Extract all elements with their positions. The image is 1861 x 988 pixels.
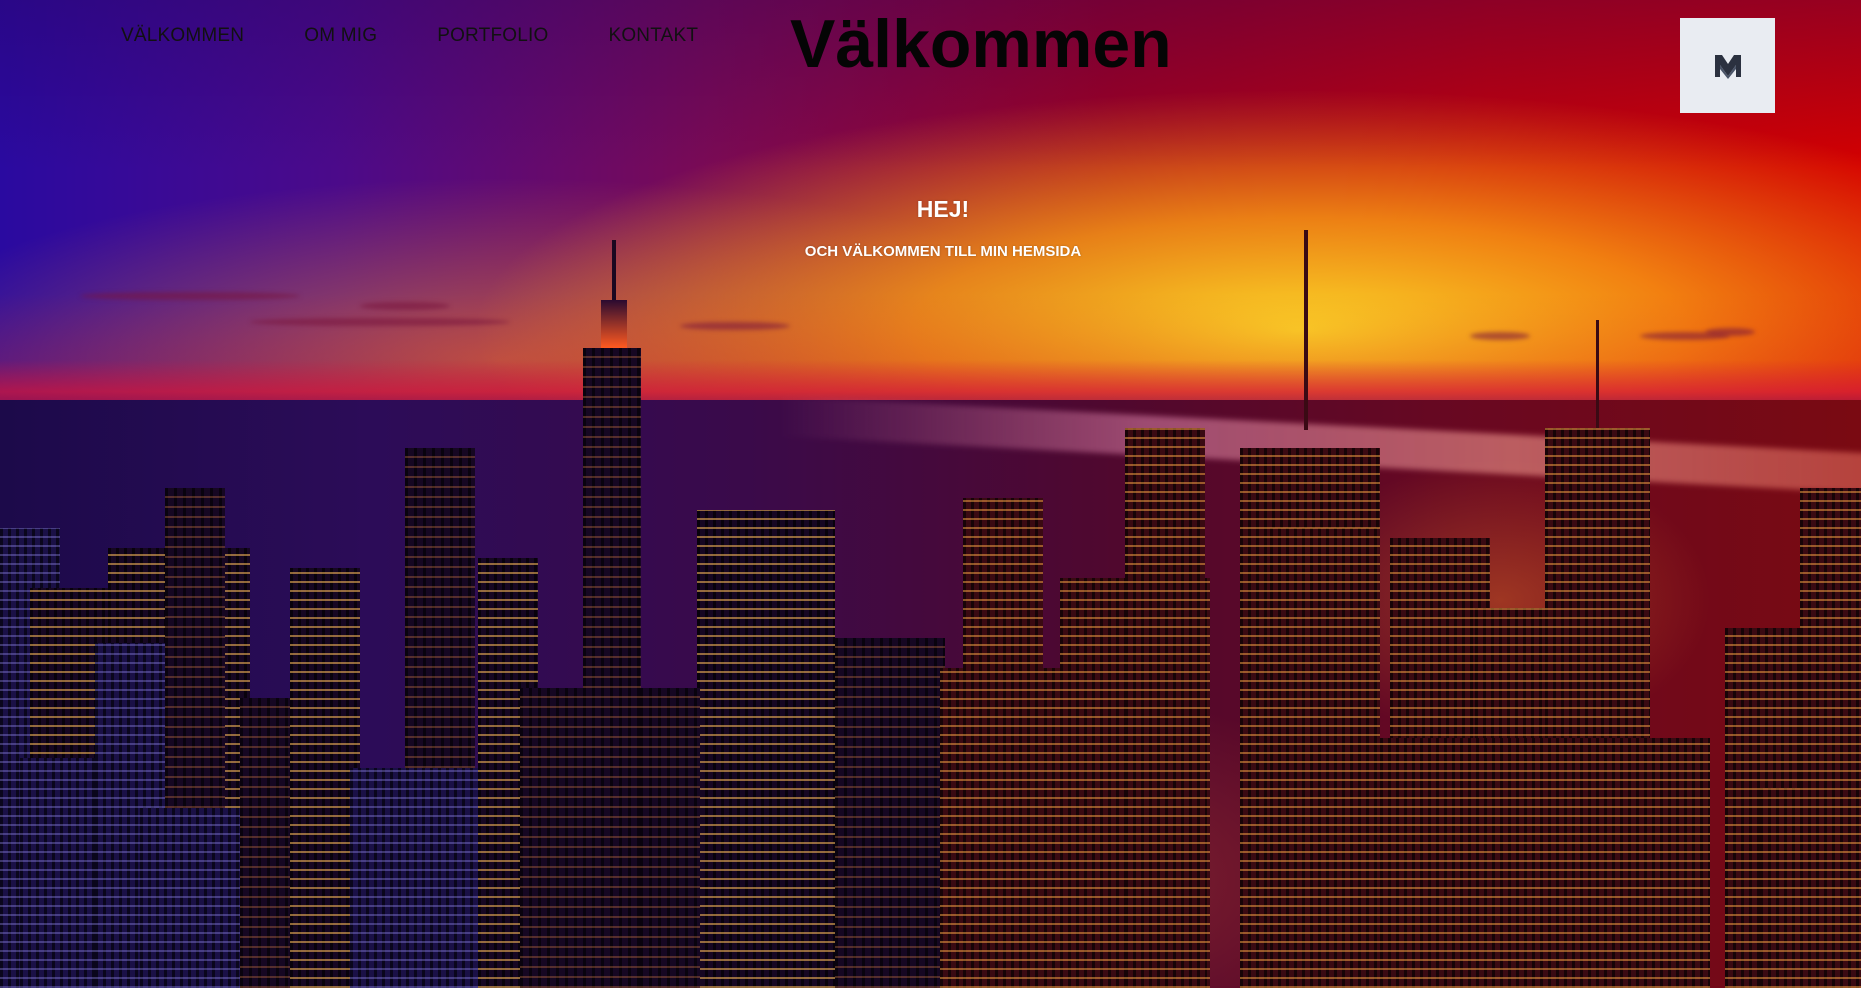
main-nav: VÄLKOMMEN OM MIG PORTFOLIO KONTAKT [121, 24, 698, 48]
building [1125, 428, 1205, 988]
nav-item-valkommen[interactable]: VÄLKOMMEN [121, 24, 244, 48]
nav-item-om-mig[interactable]: OM MIG [304, 24, 377, 48]
building [1270, 528, 1380, 988]
hero-heading: HEJ! [916, 196, 970, 222]
building [1380, 738, 1710, 988]
empire-state-building [583, 348, 641, 988]
building [1760, 788, 1861, 988]
building [697, 510, 835, 988]
site-title: Välkommen [790, 6, 1172, 82]
tower-spire-2 [1596, 320, 1599, 430]
m-monogram-icon [1714, 54, 1741, 79]
logo-button[interactable] [1680, 18, 1775, 113]
building [963, 498, 1043, 988]
page: VÄLKOMMEN OM MIG PORTFOLIO KONTAKT Välko… [0, 0, 1861, 988]
building [835, 638, 945, 988]
hero-subheading: OCH VÄLKOMMEN TILL MIN HEMSIDA [804, 243, 1082, 260]
nav-item-portfolio[interactable]: PORTFOLIO [437, 24, 548, 48]
nav-item-kontakt[interactable]: KONTAKT [608, 24, 698, 48]
building [140, 808, 250, 988]
building [640, 688, 700, 988]
